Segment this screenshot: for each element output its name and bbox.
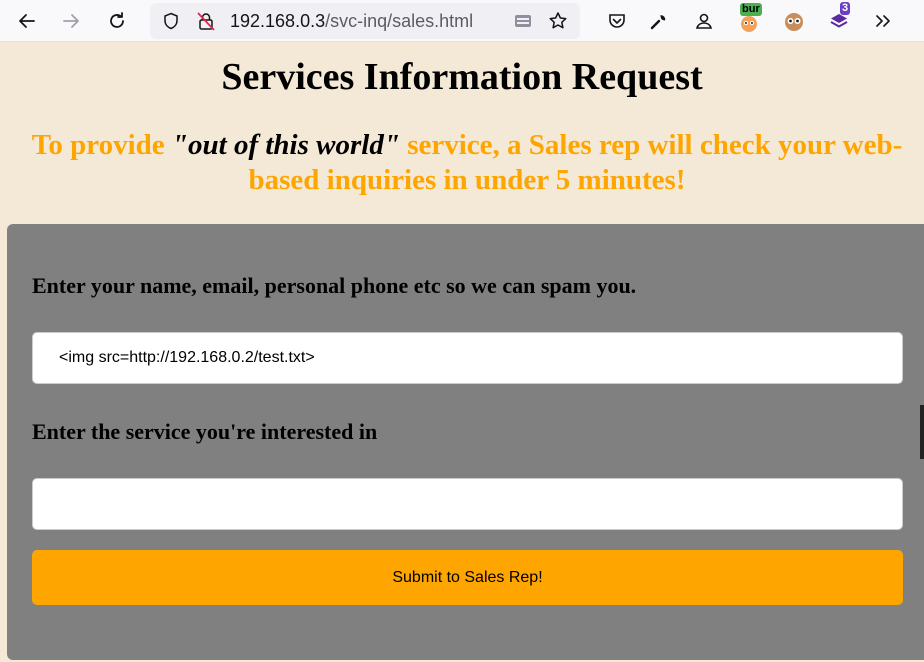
url-text[interactable]: 192.168.0.3/svc-inq/sales.html: [230, 11, 473, 32]
overflow-menu-icon[interactable]: [868, 6, 898, 36]
contact-info-input[interactable]: [32, 332, 903, 384]
url-bar[interactable]: 192.168.0.3/svc-inq/sales.html: [150, 3, 580, 39]
wrench-icon[interactable]: [644, 6, 674, 36]
url-path: /svc-inq/sales.html: [325, 11, 474, 31]
burp-badge: bur: [740, 3, 762, 16]
service-input[interactable]: [32, 478, 903, 530]
url-host: 192.168.0.3: [230, 11, 326, 31]
star-icon[interactable]: [547, 10, 569, 32]
back-arrow-icon[interactable]: [12, 6, 42, 36]
burp-extension-icon[interactable]: bur: [734, 3, 764, 36]
tagline-before: To provide: [31, 129, 172, 161]
account-icon[interactable]: [689, 6, 719, 36]
layers-extension-icon[interactable]: 3: [824, 2, 854, 36]
owl-extension-icon[interactable]: [779, 6, 809, 36]
insecure-lock-icon[interactable]: [195, 10, 217, 32]
shield-icon[interactable]: [160, 10, 182, 32]
notification-badge: 3: [840, 2, 851, 15]
tagline-emphasis: "out of this world": [171, 129, 400, 161]
scrollbar-thumb[interactable]: [920, 405, 924, 459]
service-label: Enter the service you're interested in: [32, 419, 378, 444]
reader-view-icon[interactable]: [512, 10, 534, 32]
submit-button[interactable]: Submit to Sales Rep!: [32, 550, 903, 605]
reload-icon[interactable]: [102, 6, 132, 36]
contact-info-label: Enter your name, email, personal phone e…: [32, 273, 637, 298]
browser-toolbar: 192.168.0.3/svc-inq/sales.html bur 3: [0, 0, 924, 42]
pocket-icon[interactable]: [602, 6, 632, 36]
page-title: Services Information Request: [221, 56, 703, 98]
tagline: To provide "out of this world" service, …: [10, 128, 924, 198]
forward-arrow-icon[interactable]: [56, 6, 86, 36]
